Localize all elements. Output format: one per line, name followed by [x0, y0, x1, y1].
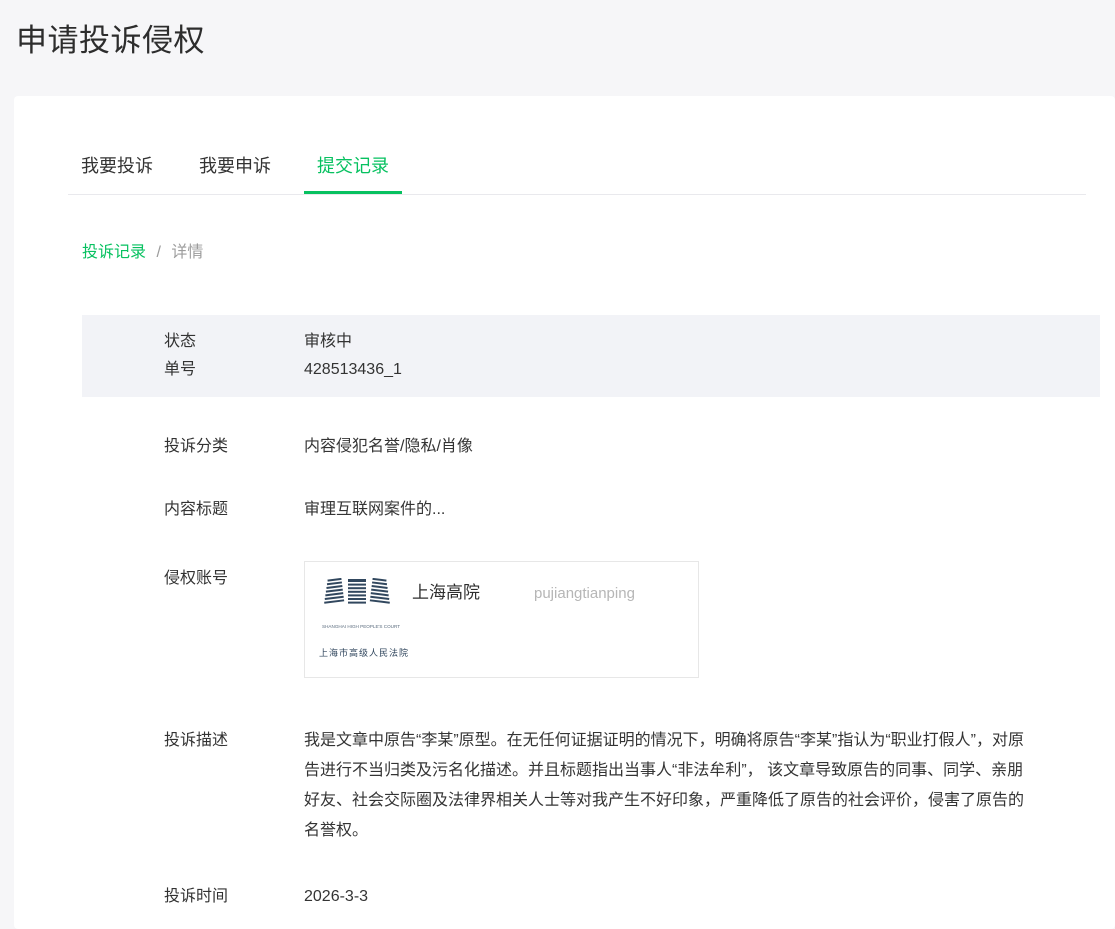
order-number-value: 428513436_1: [304, 356, 402, 384]
order-number-row: 单号 428513436_1: [164, 356, 1100, 384]
complaint-time-row: 投诉时间 2026-3-3: [68, 885, 1086, 909]
breadcrumb-separator: /: [156, 244, 160, 261]
infringing-account-card[interactable]: SHANGHAI HIGH PEOPLE'S COURT 上海市高级人民法院 上…: [304, 561, 699, 678]
content-card: 我要投诉 我要申诉 提交记录 投诉记录 / 详情 状态 审核中 单号 42851…: [14, 96, 1115, 929]
infringing-account-label: 侵权账号: [164, 561, 304, 678]
account-wxid: pujiangtianping: [534, 585, 635, 602]
page-title: 申请投诉侵权: [0, 0, 1115, 60]
account-text-block: 上海高院 pujiangtianping: [412, 578, 652, 665]
status-row: 状态 审核中: [164, 328, 1100, 356]
content-title-value: 审理互联网案件的...: [304, 498, 445, 522]
complaint-description-text: 我是文章中原告“李某”原型。在无任何证据证明的情况下，明确将原告“李某”指认为“…: [304, 726, 1032, 846]
tab-submission-records[interactable]: 提交记录: [304, 152, 402, 194]
complaint-category-value: 内容侵犯名誉/隐私/肖像: [304, 435, 473, 459]
infringing-account-value: SHANGHAI HIGH PEOPLE'S COURT 上海市高级人民法院 上…: [304, 561, 699, 678]
tab-bar: 我要投诉 我要申诉 提交记录: [68, 152, 1086, 195]
breadcrumb-complaint-records-link[interactable]: 投诉记录: [82, 244, 146, 261]
court-logo-stripes-icon: [319, 578, 395, 605]
court-logo-english-text: SHANGHAI HIGH PEOPLE'S COURT: [322, 616, 392, 638]
infringing-account-row: 侵权账号: [68, 561, 1086, 678]
court-logo-chinese-text: 上海市高级人民法院: [319, 641, 395, 665]
complaint-time-value: 2026-3-3: [304, 885, 368, 909]
content-title-label: 内容标题: [164, 498, 304, 522]
complaint-description-label: 投诉描述: [164, 726, 304, 846]
status-summary-box: 状态 审核中 单号 428513436_1: [82, 315, 1100, 397]
complaint-time-label: 投诉时间: [164, 885, 304, 909]
breadcrumb: 投诉记录 / 详情: [68, 238, 1086, 262]
status-label: 状态: [164, 328, 304, 356]
shanghai-court-logo: SHANGHAI HIGH PEOPLE'S COURT 上海市高级人民法院: [319, 578, 395, 665]
tab-i-want-to-appeal[interactable]: 我要申诉: [186, 152, 284, 194]
content-title-row: 内容标题 审理互联网案件的...: [68, 498, 1086, 522]
breadcrumb-current-detail: 详情: [171, 244, 203, 261]
complaint-category-label: 投诉分类: [164, 435, 304, 459]
complaint-description-row: 投诉描述 我是文章中原告“李某”原型。在无任何证据证明的情况下，明确将原告“李某…: [68, 726, 1086, 846]
status-value: 审核中: [304, 328, 352, 356]
account-name: 上海高院: [412, 583, 480, 602]
complaint-category-row: 投诉分类 内容侵犯名誉/隐私/肖像: [68, 435, 1086, 459]
order-number-label: 单号: [164, 356, 304, 384]
tab-i-want-to-complain[interactable]: 我要投诉: [68, 152, 166, 194]
